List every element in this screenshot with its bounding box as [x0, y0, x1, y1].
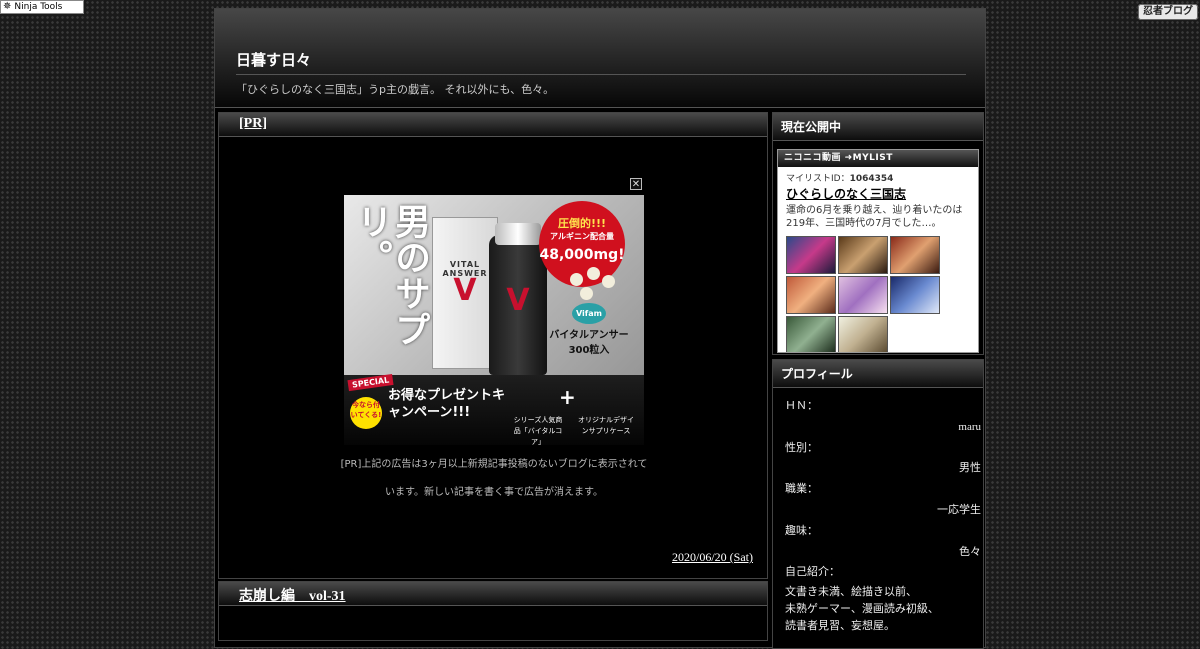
post-header: 志崩し編 vol-31	[219, 582, 767, 606]
profile-intro-label: 自己紹介：	[785, 565, 840, 579]
bottle-cap	[495, 223, 541, 245]
nico-logo: ニコニコ動画 ➜MYLIST	[778, 150, 978, 167]
nico-mylist-widget[interactable]: ニコニコ動画 ➜MYLIST マイリストID：1064354 ひぐらしのなく三国…	[777, 149, 979, 353]
badge-line2: アルギニン配合量	[550, 232, 614, 241]
profile-job-value: 一応学生	[937, 502, 981, 516]
brand-v-icon: V	[453, 273, 477, 308]
profile-hn-value: maru	[958, 420, 981, 433]
ad-plus-icon: +	[559, 385, 576, 409]
ad-badge: 圧倒的!!! アルギニン配合量 48,000mg!	[539, 201, 625, 287]
mylist-description: 運命の6月を乗り越え、辿り着いたのは219年、三国時代の7月でした…。	[786, 205, 963, 229]
vifam-logo: Vifam	[571, 303, 606, 324]
post-title[interactable]: 志崩し編 vol-31	[239, 585, 346, 605]
video-thumbnail[interactable]	[890, 276, 940, 314]
ad-sub-product-2: オリジナルデザインサプリケース	[578, 416, 634, 435]
sidebar-profile: プロフィール ＨＮ： maru 性別： 男性 職業： 一応学生 趣味： 色々 自…	[772, 359, 984, 649]
profile-intro-line: 文書き未満、絵描き以前、	[785, 585, 917, 599]
ad-round-badge: 今なら付いてくる!	[350, 397, 382, 429]
sidebar-now-public: 現在公開中 ニコニコ動画 ➜MYLIST マイリストID：1064354 ひぐら…	[772, 112, 984, 355]
site-title[interactable]: 日暮す日々	[236, 49, 311, 70]
ninja-tools-label: Ninja Tools	[14, 2, 63, 12]
mylist-id-value: 1064354	[849, 174, 894, 184]
sidebar-title: プロフィール	[781, 367, 853, 381]
sidebar-header: 現在公開中	[773, 113, 983, 141]
post-title[interactable]: [PR]	[239, 116, 267, 132]
ad-campaign-text: お得なプレゼントキャンペーン!!!	[388, 388, 506, 420]
video-thumbnail[interactable]	[838, 236, 888, 274]
profile-gender-value: 男性	[959, 461, 981, 475]
advertisement-banner[interactable]: 男のサプリ。 VITAL ANSWER V V 圧倒的!!! アルギニン配合量 …	[344, 195, 644, 445]
ad-product-count: 300粒入	[568, 345, 610, 356]
post-pr: [PR] ✕ i 男のサプリ。 VITAL ANSWER V V 圧倒的!!! …	[218, 112, 768, 579]
profile-hobby-value: 色々	[959, 544, 981, 558]
site-header: 日暮す日々 「ひぐらしのなく三国志」うp主の戯言。 それ以外にも、色々。	[215, 9, 985, 108]
ad-special-ribbon: SPECIAL	[347, 373, 394, 392]
profile-hobby-label: 趣味：	[785, 523, 818, 537]
video-thumbnail[interactable]	[838, 276, 888, 314]
profile-body: ＨＮ： maru 性別： 男性 職業： 一応学生 趣味： 色々 自己紹介： 文書…	[785, 396, 981, 634]
ninja-tools-button[interactable]: ✵ Ninja Tools	[0, 0, 84, 14]
post-date-link[interactable]: 2020/06/20 (Sat)	[672, 550, 753, 565]
bottle-v-icon: V	[506, 283, 530, 318]
mylist-id: マイリストID：1064354	[786, 171, 978, 184]
video-thumbnail[interactable]	[838, 316, 888, 352]
profile-intro-line: 未熟ゲーマー、漫画読み初級、	[785, 602, 939, 616]
profile-job-label: 職業：	[785, 482, 818, 496]
ninja-star-icon: ✵	[3, 1, 12, 12]
video-thumbnail[interactable]	[786, 236, 836, 274]
mylist-id-prefix: マイリストID：	[786, 174, 850, 184]
post-vol31: 志崩し編 vol-31	[218, 581, 768, 641]
profile-hn-label: ＨＮ：	[785, 399, 818, 412]
badge-line3: 48,000mg!	[539, 247, 625, 263]
post-header: [PR]	[219, 113, 767, 137]
site-description: 「ひぐらしのなく三国志」うp主の戯言。 それ以外にも、色々。	[236, 83, 555, 96]
video-thumbnail[interactable]	[890, 236, 940, 274]
ad-headline: 男のサプリ。	[351, 203, 430, 347]
video-thumbnail[interactable]	[786, 276, 836, 314]
video-thumbnail[interactable]	[786, 316, 836, 352]
mylist-name-link[interactable]: ひぐらしのなく三国志	[786, 185, 978, 202]
ad-product-name: バイタルアンサー	[549, 330, 629, 341]
shinobi-blog-logo[interactable]: 忍者ブログ	[1138, 4, 1198, 20]
profile-intro-line: 読書者見習、妄想屋。	[785, 619, 895, 633]
ad-notice: [PR]上記の広告は3ヶ月以上新規記事投稿のないブログに表示されています。新しい…	[340, 459, 648, 498]
page-wrapper: 日暮す日々 「ひぐらしのなく三国志」うp主の戯言。 それ以外にも、色々。 [PR…	[214, 8, 986, 649]
badge-line1: 圧倒的!!!	[557, 217, 607, 230]
ad-sub-product-1: シリーズ人気商品「バイタルコア」	[513, 416, 563, 445]
sidebar-title: 現在公開中	[781, 120, 842, 134]
sidebar-header: プロフィール	[773, 360, 983, 388]
ad-close-icon[interactable]: ✕	[630, 178, 642, 190]
ad-product-info: Vifam バイタルアンサー 300粒入	[549, 303, 629, 356]
header-divider	[236, 74, 966, 75]
profile-gender-label: 性別：	[785, 440, 818, 454]
ad-campaign-banner: SPECIAL 今なら付いてくる! お得なプレゼントキャンペーン!!! + シリ…	[344, 373, 644, 445]
